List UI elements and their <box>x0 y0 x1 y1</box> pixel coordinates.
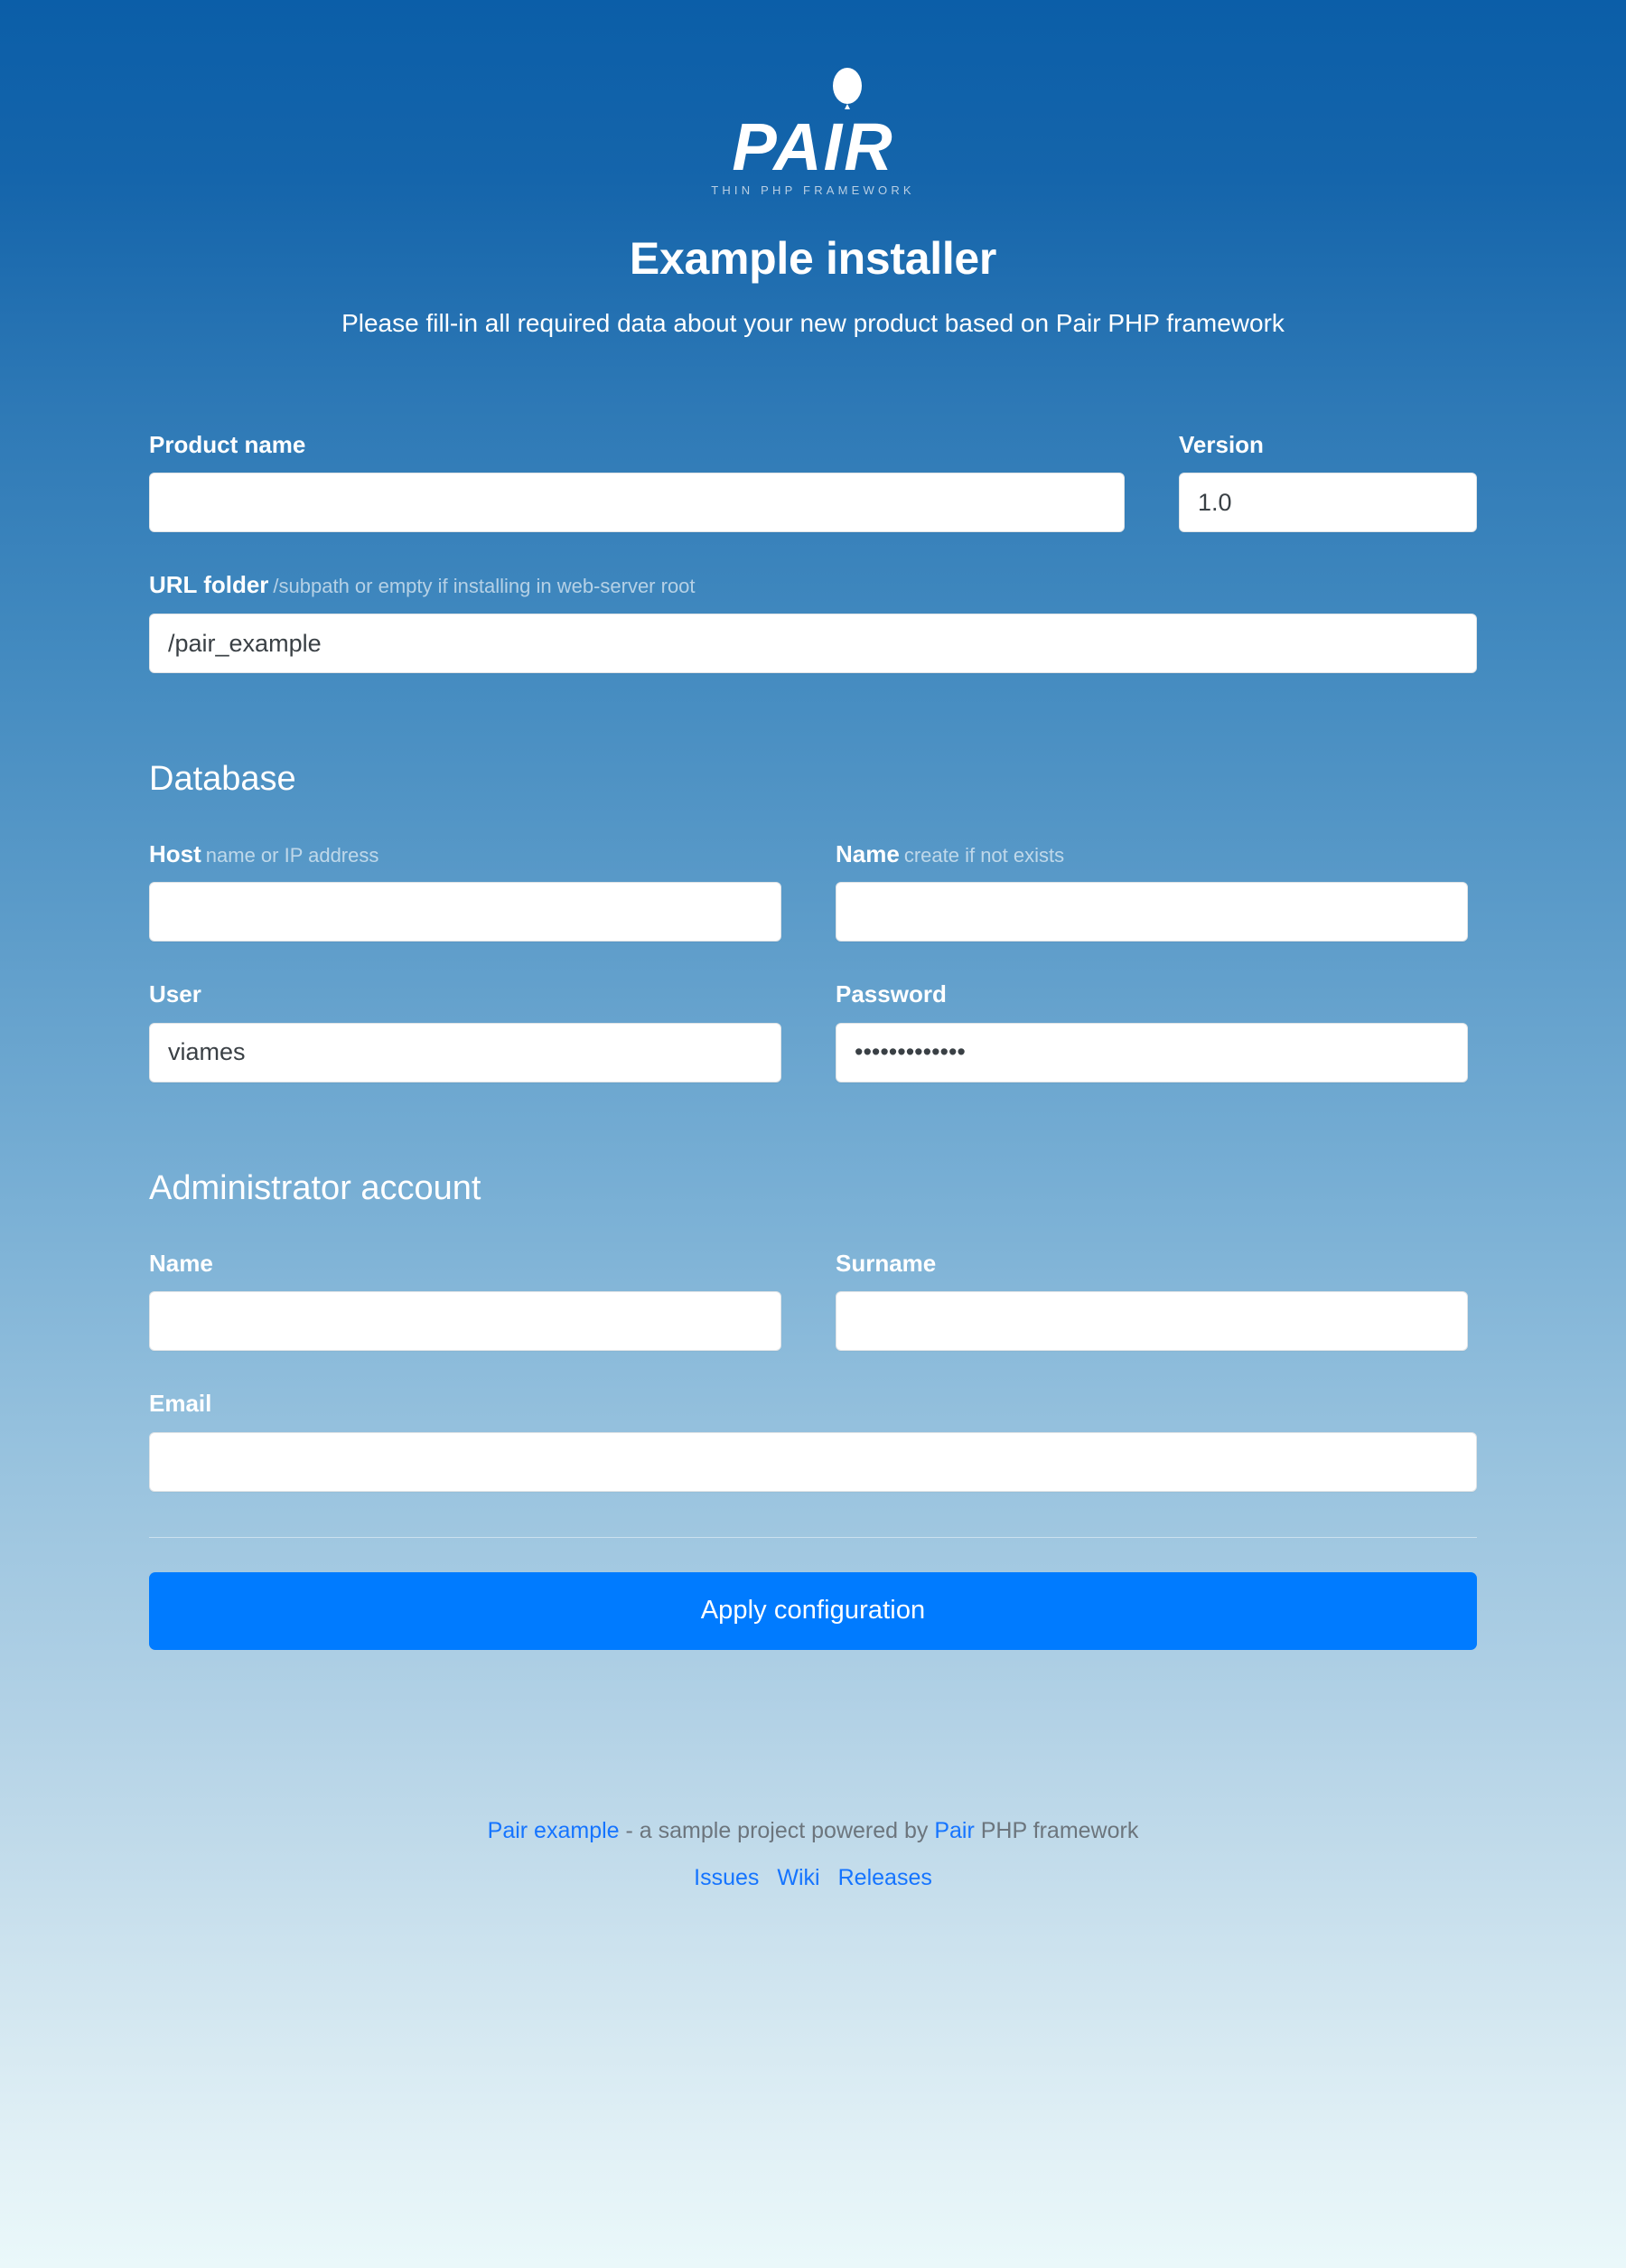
product-name-input[interactable] <box>149 473 1125 533</box>
footer-link-releases[interactable]: Releases <box>838 1865 932 1890</box>
db-host-label-text: Host <box>149 839 201 867</box>
pair-logo-svg: PAIR THIN PHP FRAMEWORK <box>711 68 915 197</box>
db-name-label-text: Name <box>836 839 900 867</box>
footer-link-wiki[interactable]: Wiki <box>777 1865 819 1890</box>
field-version: Version <box>1179 432 1477 533</box>
admin-surname-label: Surname <box>836 1249 1468 1277</box>
page-header: PAIR THIN PHP FRAMEWORK Example installe… <box>0 0 1626 340</box>
db-host-hint: name or IP address <box>205 843 379 867</box>
product-name-label-text: Product name <box>149 430 306 458</box>
version-label-text: Version <box>1179 430 1264 458</box>
field-product-name: Product name <box>149 432 1125 533</box>
page-subtitle: Please fill-in all required data about y… <box>341 308 1285 337</box>
product-row: Product name Version <box>149 432 1477 533</box>
administrator-email-row: Email <box>149 1391 1477 1492</box>
admin-email-label: Email <box>149 1391 1477 1417</box>
db-password-label-text: Password <box>836 980 947 1008</box>
product-name-label: Product name <box>149 432 1125 458</box>
db-name-hint: create if not exists <box>903 843 1065 867</box>
admin-surname-label-text: Surname <box>836 1249 937 1277</box>
db-user-label-text: User <box>149 980 201 1008</box>
admin-name-label-text: Name <box>149 1249 213 1277</box>
admin-email-input[interactable] <box>149 1431 1477 1492</box>
footer-links: Issues Wiki Releases <box>0 1861 1626 1894</box>
svg-text:THIN PHP FRAMEWORK: THIN PHP FRAMEWORK <box>711 183 915 197</box>
db-password-label: Password <box>836 981 1468 1007</box>
url-folder-row: URL folder/subpath or empty if installin… <box>149 572 1477 674</box>
db-user-label: User <box>149 981 781 1007</box>
url-folder-label-text: URL folder <box>149 571 269 599</box>
svg-text:PAIR: PAIR <box>732 109 893 184</box>
db-host-label: Host name or IP address <box>149 839 781 867</box>
url-folder-hint: /subpath or empty if installing in web-s… <box>273 575 696 598</box>
db-name-label: Name create if not exists <box>836 839 1468 867</box>
version-input[interactable] <box>1179 473 1477 533</box>
balloon-icon <box>833 68 862 109</box>
form-divider <box>149 1536 1477 1538</box>
admin-name-input[interactable] <box>149 1291 781 1352</box>
field-db-password: Password <box>836 981 1468 1082</box>
database-credentials-row: User Password <box>149 981 1477 1082</box>
page-title: Example installer <box>629 233 997 284</box>
field-db-host: Host name or IP address <box>149 839 781 942</box>
url-folder-label: URL folder/subpath or empty if installin… <box>149 572 1477 598</box>
database-host-row: Host name or IP address Name create if not… <box>149 839 1477 942</box>
admin-surname-input[interactable] <box>836 1291 1468 1352</box>
administrator-name-row: Name Surname <box>149 1249 1477 1352</box>
pair-logo: PAIR THIN PHP FRAMEWORK <box>668 63 958 208</box>
footer-text-middle: - a sample project powered by <box>619 1817 935 1843</box>
footer-text-end: PHP framework <box>974 1817 1139 1843</box>
db-name-input[interactable] <box>836 882 1468 942</box>
field-admin-name: Name <box>149 1249 781 1352</box>
field-db-user: User <box>149 981 781 1082</box>
database-section-title: Database <box>149 760 296 799</box>
footer-framework-link[interactable]: Pair <box>934 1818 974 1843</box>
footer-project-link[interactable]: Pair example <box>488 1818 620 1843</box>
db-host-input[interactable] <box>149 882 781 942</box>
administrator-section-title: Administrator account <box>149 1168 481 1207</box>
footer-link-issues[interactable]: Issues <box>694 1865 759 1890</box>
version-label: Version <box>1179 432 1477 458</box>
field-admin-surname: Surname <box>836 1249 1468 1352</box>
url-folder-input[interactable] <box>149 614 1477 674</box>
field-admin-email: Email <box>149 1391 1477 1492</box>
admin-name-label: Name <box>149 1249 781 1277</box>
apply-configuration-button[interactable]: Apply configuration <box>149 1571 1477 1650</box>
page-footer: Pair example - a sample project powered … <box>0 1814 1626 1927</box>
field-url-folder: URL folder/subpath or empty if installin… <box>149 572 1477 674</box>
footer-credit-line: Pair example - a sample project powered … <box>0 1814 1626 1847</box>
db-user-input[interactable] <box>149 1022 781 1082</box>
db-password-input[interactable] <box>836 1022 1468 1082</box>
admin-email-label-text: Email <box>149 1390 212 1418</box>
field-db-name: Name create if not exists <box>836 839 1468 942</box>
installer-page: PAIR THIN PHP FRAMEWORK Example installe… <box>0 0 1626 2268</box>
installer-form: Product name Version URL folder/subpath … <box>149 432 1477 1650</box>
